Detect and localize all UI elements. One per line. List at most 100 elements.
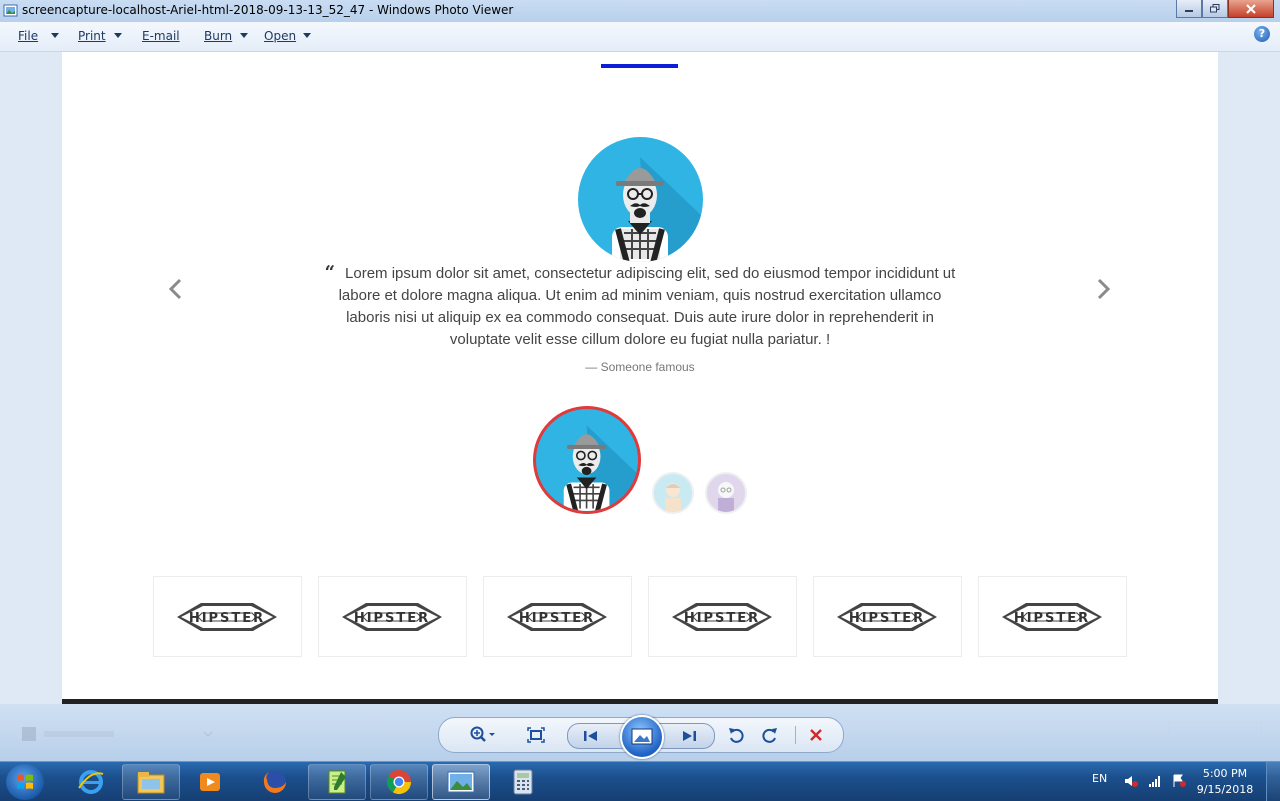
client-logo: HIPSTER bbox=[318, 576, 467, 657]
menu-print[interactable]: Print bbox=[78, 29, 106, 43]
windows-logo-icon bbox=[17, 774, 33, 789]
taskbar-chrome[interactable] bbox=[370, 764, 428, 800]
open-dropdown-icon[interactable] bbox=[303, 33, 311, 38]
zoom-icon bbox=[470, 726, 495, 742]
internet-explorer-icon bbox=[78, 770, 104, 794]
taskbar-firefox[interactable] bbox=[246, 764, 304, 800]
svg-text:HIPSTER: HIPSTER bbox=[849, 611, 925, 626]
menu-open[interactable]: Open bbox=[264, 29, 296, 43]
close-icon bbox=[1246, 3, 1256, 14]
media-player-icon bbox=[200, 773, 220, 791]
testimonial-thumb-2[interactable] bbox=[652, 472, 694, 514]
clock-time[interactable]: 5:00 PM bbox=[1195, 767, 1255, 780]
windows-explorer-icon bbox=[137, 772, 165, 794]
hipster-logo-icon: HIPSTER bbox=[672, 603, 772, 631]
restore-icon bbox=[1210, 4, 1220, 13]
ghost-taskbar-item bbox=[18, 722, 218, 746]
minimize-icon bbox=[1185, 9, 1193, 12]
delete-icon bbox=[810, 729, 822, 741]
svg-text:HIPSTER: HIPSTER bbox=[354, 611, 430, 626]
chrome-icon bbox=[386, 770, 411, 795]
action-center-icon[interactable] bbox=[1172, 774, 1186, 788]
taskbar-calculator[interactable] bbox=[494, 764, 552, 800]
actual-size-button[interactable] bbox=[525, 724, 547, 746]
testimonial-avatar bbox=[578, 137, 703, 262]
menu-burn[interactable]: Burn bbox=[204, 29, 232, 43]
help-icon[interactable]: ? bbox=[1254, 26, 1270, 42]
calculator-icon bbox=[513, 769, 533, 795]
windows-taskbar: EN 5:00 PM 9/15/2018 bbox=[0, 761, 1280, 801]
start-button[interactable] bbox=[6, 764, 44, 800]
taskbar-notepad-plus-plus[interactable] bbox=[308, 764, 366, 800]
testimonial-thumb-3[interactable] bbox=[705, 472, 747, 514]
svg-text:HIPSTER: HIPSTER bbox=[519, 611, 595, 626]
print-dropdown-icon[interactable] bbox=[114, 33, 122, 38]
minimize-button[interactable] bbox=[1176, 0, 1202, 18]
client-logos: HIPSTER HIPSTER HIPSTER HIPSTER HIPSTER … bbox=[153, 576, 1127, 657]
testimonial-quote-text: Lorem ipsum dolor sit amet, consectetur … bbox=[338, 265, 956, 348]
displayed-image: “Lorem ipsum dolor sit amet, consectetur… bbox=[62, 52, 1218, 702]
burn-dropdown-icon[interactable] bbox=[240, 33, 248, 38]
client-logo: HIPSTER bbox=[978, 576, 1127, 657]
testimonial-thumb-active[interactable] bbox=[533, 406, 641, 514]
delete-button[interactable] bbox=[805, 724, 827, 746]
previous-testimonial-arrow-icon[interactable] bbox=[165, 278, 187, 300]
next-testimonial-arrow-icon[interactable] bbox=[1092, 278, 1114, 300]
slideshow-icon bbox=[631, 728, 653, 745]
section-accent-line bbox=[601, 64, 678, 68]
hipster-avatar-icon bbox=[563, 425, 638, 511]
rotate-clockwise-icon bbox=[762, 728, 777, 743]
taskbar-photo-viewer[interactable] bbox=[432, 764, 490, 800]
maximize-button[interactable] bbox=[1202, 0, 1228, 18]
taskbar-windows-explorer[interactable] bbox=[122, 764, 180, 800]
next-button[interactable] bbox=[678, 725, 700, 747]
svg-text:HIPSTER: HIPSTER bbox=[189, 611, 265, 626]
quote-icon: “ bbox=[324, 262, 336, 283]
show-desktop-button[interactable] bbox=[1266, 762, 1280, 801]
client-logo: HIPSTER bbox=[153, 576, 302, 657]
menu-email[interactable]: E-mail bbox=[142, 29, 180, 43]
slideshow-button[interactable] bbox=[620, 715, 664, 759]
controls-divider bbox=[795, 726, 796, 744]
photo-viewer-app-icon bbox=[3, 4, 18, 17]
taskbar-media-player[interactable] bbox=[182, 764, 240, 800]
photo-viewer-icon bbox=[447, 771, 475, 793]
previous-button[interactable] bbox=[580, 725, 602, 747]
notepad-plus-plus-icon bbox=[328, 770, 346, 794]
file-dropdown-icon[interactable] bbox=[51, 33, 59, 38]
client-logo: HIPSTER bbox=[813, 576, 962, 657]
taskbar-internet-explorer[interactable] bbox=[62, 764, 120, 800]
svg-text:HIPSTER: HIPSTER bbox=[1014, 611, 1090, 626]
window-title: screencapture-localhost-Ariel-html-2018-… bbox=[22, 3, 514, 17]
fit-window-icon bbox=[527, 727, 545, 743]
menu-file[interactable]: File bbox=[18, 29, 38, 43]
network-signal-icon[interactable] bbox=[1148, 774, 1162, 788]
client-logo: HIPSTER bbox=[483, 576, 632, 657]
clock-date[interactable]: 9/15/2018 bbox=[1195, 783, 1255, 796]
hipster-logo-icon: HIPSTER bbox=[507, 603, 607, 631]
close-button[interactable] bbox=[1228, 0, 1274, 18]
zoom-button[interactable] bbox=[467, 724, 499, 746]
hipster-logo-icon: HIPSTER bbox=[342, 603, 442, 631]
next-icon bbox=[683, 731, 696, 741]
hipster-logo-icon: HIPSTER bbox=[837, 603, 937, 631]
rotate-counterclockwise-icon bbox=[729, 728, 744, 743]
previous-icon bbox=[584, 731, 597, 741]
volume-muted-icon[interactable] bbox=[1124, 774, 1138, 788]
testimonial-quote: “Lorem ipsum dolor sit amet, consectetur… bbox=[320, 262, 960, 351]
rotate-clockwise-button[interactable] bbox=[759, 724, 781, 746]
testimonial-author: — Someone famous bbox=[585, 360, 695, 374]
language-indicator[interactable]: EN bbox=[1092, 772, 1107, 785]
ghost-button bbox=[1168, 722, 1262, 748]
blurred-background-icon bbox=[22, 727, 213, 741]
hipster-avatar-icon bbox=[612, 157, 703, 262]
svg-text:HIPSTER: HIPSTER bbox=[684, 611, 760, 626]
menu-bar: File Print E-mail Burn Open bbox=[0, 22, 1280, 52]
man-avatar-icon bbox=[665, 483, 681, 512]
rotate-counterclockwise-button[interactable] bbox=[725, 724, 747, 746]
elder-avatar-icon bbox=[718, 482, 734, 512]
window-titlebar: screencapture-localhost-Ariel-html-2018-… bbox=[0, 0, 1280, 22]
hipster-logo-icon: HIPSTER bbox=[1002, 603, 1102, 631]
client-logo: HIPSTER bbox=[648, 576, 797, 657]
hipster-logo-icon: HIPSTER bbox=[177, 603, 277, 631]
